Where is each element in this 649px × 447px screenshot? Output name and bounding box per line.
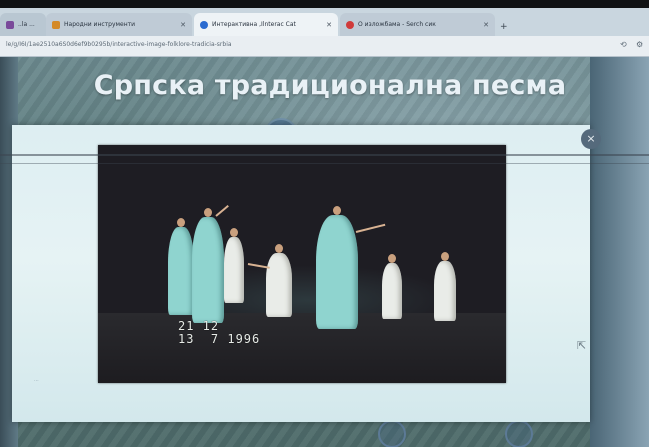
- tab-close-icon[interactable]: ✕: [180, 21, 186, 29]
- dancer-arm: [215, 204, 229, 217]
- screen-scanline: [0, 163, 649, 164]
- tab-label: Интерактивна ,Ilnterac Cat: [212, 21, 296, 28]
- timestamp-date: 13 7 1996: [178, 332, 261, 346]
- tab-favicon-icon: [52, 20, 60, 29]
- tab-label: ..la ...: [18, 21, 35, 28]
- close-icon[interactable]: ×: [581, 129, 601, 149]
- mouse-cursor-icon: ⇱: [577, 339, 587, 352]
- tab-2-active[interactable]: Интерактивна ,Ilnterac Cat ✕: [194, 13, 338, 36]
- new-tab-icon[interactable]: +: [500, 22, 508, 32]
- dancer-figure: [266, 244, 292, 317]
- dancer-arm: [355, 223, 386, 233]
- tab-favicon-icon: [6, 20, 14, 29]
- dancer-figure: [316, 206, 358, 329]
- right-page-margin: [590, 57, 649, 447]
- tab-close-icon[interactable]: ✕: [483, 21, 489, 29]
- screen-scanline: [0, 154, 649, 156]
- tab-label: О изложбама - Serch сик: [358, 21, 436, 28]
- reload-icon[interactable]: ⟲: [620, 40, 627, 49]
- dancer-figure: [192, 208, 224, 323]
- window-top-edge: [0, 0, 649, 8]
- hotspot-button[interactable]: [378, 420, 406, 447]
- stage-floor: [98, 313, 506, 383]
- tab-label: Народни инструменти: [64, 21, 136, 28]
- dialog-footer-text: ...: [34, 377, 39, 383]
- tab-bar: ..la ... Народни инструменти ✕ Интеракти…: [0, 8, 649, 36]
- tab-0[interactable]: ..la ...: [0, 13, 46, 36]
- page-title: Српска традиционална песма: [93, 70, 567, 101]
- tab-favicon-icon: [200, 20, 208, 29]
- dancer-figure: [382, 254, 402, 319]
- video-timestamp: 21 12 13 7 1996: [178, 320, 260, 346]
- tab-favicon-icon: [346, 20, 354, 29]
- screenshot: ..la ... Народни инструменти ✕ Интеракти…: [0, 0, 649, 447]
- tab-1[interactable]: Народни инструменти ✕: [46, 13, 192, 36]
- settings-icon[interactable]: ⚙: [636, 40, 643, 49]
- tab-3[interactable]: О изложбама - Serch сик ✕: [340, 13, 495, 36]
- address-bar[interactable]: le/g/I6I/1ae2510a6S0d6ef9b0295b/interact…: [0, 36, 649, 57]
- video-player[interactable]: 21 12 13 7 1996: [98, 145, 506, 383]
- dancer-figure: [224, 228, 244, 303]
- hotspot-button[interactable]: [505, 420, 533, 447]
- url-text[interactable]: le/g/I6I/1ae2510a6S0d6ef9b0295b/interact…: [6, 41, 566, 52]
- dancer-figure: [434, 252, 456, 321]
- tab-close-icon[interactable]: ✕: [326, 21, 332, 29]
- dancer-figure: [168, 218, 194, 315]
